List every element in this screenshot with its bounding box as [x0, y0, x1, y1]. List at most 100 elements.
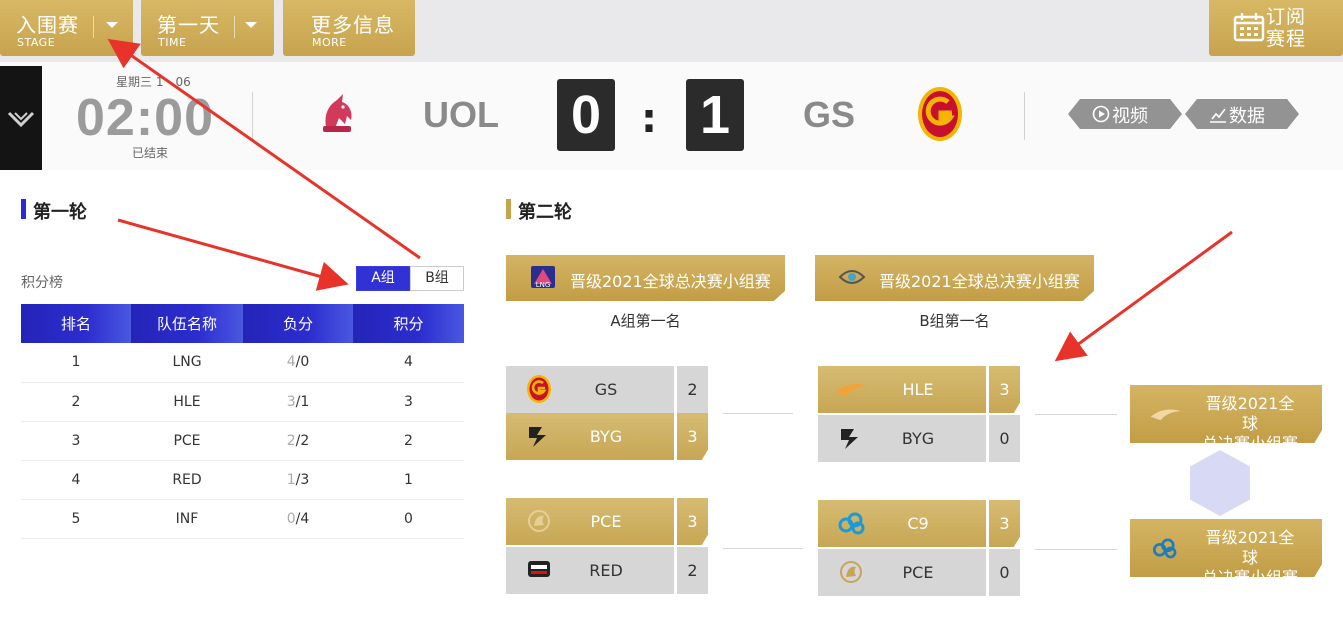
- losses: /3: [295, 471, 310, 488]
- team-name: HLE: [902, 380, 934, 399]
- wins: 1: [286, 471, 296, 488]
- match-row[interactable]: PCE 3: [506, 498, 708, 545]
- match-row[interactable]: PCE 0: [818, 549, 1020, 596]
- cloud9-logo: [838, 512, 865, 535]
- col-team: 队伍名称: [131, 304, 243, 343]
- record-cell: 4/0: [243, 343, 353, 383]
- chevron-down-icon: [106, 22, 118, 28]
- team-name: BYG: [901, 429, 935, 448]
- separator: [93, 16, 94, 38]
- away-score: 1: [686, 79, 744, 151]
- table-row: 5 INF 0/4 0: [21, 499, 464, 539]
- stage-selector[interactable]: 入围赛 STAGE: [0, 0, 133, 56]
- subscribe-line1: 订阅: [1265, 6, 1306, 28]
- table-row: 1 LNG 4/0 4: [21, 343, 464, 383]
- bracket-connector: [723, 413, 793, 414]
- table-row: 4 RED 1/3 1: [21, 460, 464, 500]
- advance-box-hle[interactable]: 晋级2021全球 总决赛小组赛: [1130, 385, 1322, 443]
- match-row[interactable]: C9 3: [818, 500, 1020, 547]
- advance-line1: 晋级2021全球: [1205, 528, 1295, 567]
- group-a-advance-banner[interactable]: LNG 晋级2021全球总决赛小组赛: [506, 255, 785, 301]
- team-name: RED: [589, 561, 623, 580]
- more-info-button[interactable]: 更多信息 MORE: [283, 0, 415, 56]
- group-b-advance-banner[interactable]: 晋级2021全球总决赛小组赛: [815, 255, 1094, 301]
- team-score: 3: [677, 498, 708, 545]
- advance-line2: 总决赛小组赛: [1201, 568, 1298, 587]
- losses: /2: [295, 432, 310, 449]
- chart-icon: [1209, 105, 1227, 123]
- record-cell: 2/2: [243, 421, 353, 461]
- match-row[interactable]: BYG 0: [818, 415, 1020, 462]
- match-row[interactable]: GS 2: [506, 366, 708, 413]
- round1-title: 第一轮: [33, 202, 87, 223]
- col-rank: 排名: [21, 304, 131, 343]
- team-score: 3: [677, 413, 708, 460]
- subscribe-schedule-button[interactable]: 订阅 赛程: [1209, 0, 1343, 56]
- more-sub-label: MORE: [312, 36, 347, 49]
- subscribe-label: 订阅 赛程: [1261, 6, 1311, 50]
- match-row[interactable]: HLE 3: [818, 366, 1020, 413]
- red-canids-logo: [528, 561, 550, 577]
- svg-text:LNG: LNG: [536, 281, 551, 289]
- team-cell: RED: [506, 547, 674, 594]
- stage-sub-label: STAGE: [17, 36, 56, 49]
- home-score: 0: [557, 79, 615, 151]
- time-sub-label: TIME: [158, 36, 187, 49]
- match-time: 02:00: [76, 89, 214, 147]
- team-cell: PCE: [506, 498, 674, 545]
- divider: [252, 92, 253, 140]
- bracket-panel: 第一轮 积分榜 A组 B组 排名 队伍名称 负分 积分 1 LNG 4/0 4 …: [0, 170, 1343, 625]
- hle-logo: [835, 384, 869, 396]
- rank-cell: 5: [21, 499, 131, 539]
- more-label: 更多信息: [311, 13, 395, 37]
- team-cell: PCE: [131, 421, 243, 461]
- match-row[interactable]: RED 2: [506, 547, 708, 594]
- match-status: 已结束: [132, 146, 169, 160]
- video-label: 视频: [1112, 106, 1148, 127]
- wins: 2: [286, 432, 296, 449]
- col-record: 负分: [243, 304, 353, 343]
- bracket-connector: [1035, 414, 1117, 415]
- bracket-connector: [1035, 549, 1117, 550]
- team-name: PCE: [902, 563, 934, 582]
- time-selector[interactable]: 第一天 TIME: [141, 0, 274, 56]
- collapse-toggle[interactable]: [0, 66, 42, 170]
- team-cell: BYG: [818, 415, 986, 462]
- points-cell: 0: [353, 499, 464, 539]
- byg-logo: [529, 427, 546, 447]
- stage-label: 入围赛: [16, 13, 79, 37]
- tab-group-b[interactable]: B组: [410, 266, 464, 291]
- team-score: 0: [989, 415, 1020, 462]
- team-score: 2: [677, 366, 708, 413]
- points-cell: 2: [353, 421, 464, 461]
- video-button[interactable]: 视频: [1068, 99, 1182, 129]
- round2-title: 第二轮: [518, 202, 572, 223]
- team-cell: GS: [506, 366, 674, 413]
- away-team-abbr: GS: [803, 94, 856, 135]
- advance-box-c9[interactable]: 晋级2021全球 总决赛小组赛: [1130, 519, 1322, 577]
- rank-cell: 3: [21, 421, 131, 461]
- lng-logo: LNG: [531, 266, 555, 289]
- team-name: BYG: [589, 427, 623, 446]
- subscribe-line2: 赛程: [1265, 28, 1306, 50]
- wins: 3: [286, 393, 296, 410]
- advance-line1: 晋级2021全球: [1205, 394, 1295, 433]
- standings-table: 排名 队伍名称 负分 积分 1 LNG 4/0 4 2 HLE 3/1 3 3 …: [21, 304, 464, 539]
- team-cell: LNG: [131, 343, 243, 383]
- advance-label: 晋级2021全球 总决赛小组赛: [1200, 394, 1300, 443]
- match-row[interactable]: BYG 3: [506, 413, 708, 460]
- tab-group-a[interactable]: A组: [356, 266, 410, 291]
- dfm-logo: [838, 270, 866, 284]
- points-cell: 1: [353, 460, 464, 500]
- advance-label: 晋级2021全球 总决赛小组赛: [1200, 528, 1300, 587]
- team-cell: HLE: [818, 366, 986, 413]
- team-cell: BYG: [506, 413, 674, 460]
- rank-cell: 1: [21, 343, 131, 383]
- wins: 0: [286, 510, 296, 527]
- decorative-hexagon: [1190, 450, 1250, 516]
- data-button[interactable]: 数据: [1185, 99, 1299, 129]
- bracket-connector: [723, 548, 803, 549]
- play-icon: [1092, 105, 1110, 123]
- chevron-down-icon: [7, 111, 35, 128]
- hle-logo: [1150, 409, 1182, 421]
